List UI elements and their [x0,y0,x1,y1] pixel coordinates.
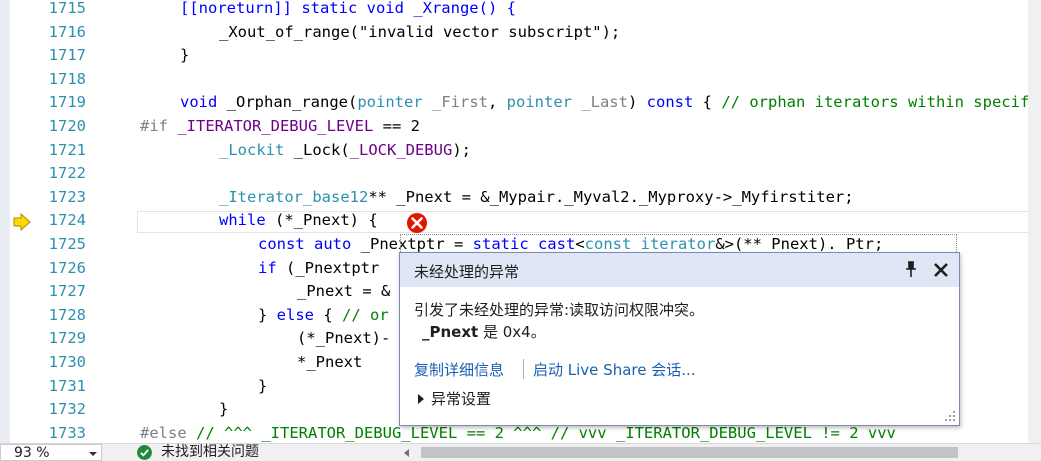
popup-title: 未经处理的异常 [414,263,520,281]
line-numbers: 1715 1716 1717 1718 1719 1720 1721 1722 … [36,0,86,443]
code-token: // orphan iterators within specified (in… [721,93,1041,112]
code-token: if [258,258,277,277]
code-line[interactable]: } else { // or [258,304,389,328]
code-line[interactable]: _Lockit _Lock(_LOCK_DEBUG); [219,139,471,163]
code-token: , [487,93,507,112]
code-token: const auto [258,235,352,253]
line-number: 1719 [48,93,86,112]
exception-settings-toggle[interactable]: 异常设置 [431,388,491,409]
line-number: 1722 [48,164,86,183]
exception-error-icon[interactable] [406,212,428,234]
code-token: ); [452,140,471,159]
code-token: _Orphan_range( [226,93,358,112]
code-token: (*_Pnext) { [265,211,378,230]
exception-detail-text: 是 0x4。 [478,323,546,341]
code-token: pointer [506,93,572,112]
popup-header: 未经处理的异常 [400,253,959,287]
line-number: 1717 [48,46,86,65]
line-number: 1728 [48,305,86,324]
line-number: 1733 [48,423,86,442]
exception-message: 引发了未经处理的异常:读取访问权限冲突。 [414,301,705,319]
line-number: 1720 [48,117,86,135]
code-token: ) [627,93,647,112]
line-number: 1727 [48,282,86,301]
code-token: ** _Pnext = &_Mypair._Myval2._Myproxy->_… [368,187,854,206]
line-number: 1732 [48,400,86,419]
code-token: void [180,93,227,112]
copy-details-link[interactable]: 复制详细信息 [414,359,504,380]
chevron-down-icon [89,452,97,456]
code-token: _Lock( [284,140,350,159]
line-number: 1716 [48,22,86,41]
check-circle-icon [137,445,152,460]
current-statement-arrow-icon [13,213,31,231]
code-token: _ITERATOR_DEBUG_LEVEL [177,117,374,135]
issues-status[interactable]: 未找到相关问题 [161,444,259,460]
code-token: // or [342,305,389,324]
zoom-dropdown[interactable]: 93 % [0,444,102,461]
code-line[interactable]: if (_Pnextptr [258,257,379,281]
line-number: 1730 [48,353,86,371]
code-token: _LOCK_DEBUG [349,140,453,159]
pin-icon[interactable] [903,260,919,278]
code-line[interactable]: } [180,44,189,68]
resize-grip-icon[interactable] [944,410,956,422]
code-line[interactable]: } [219,398,228,422]
line-number: 1725 [48,235,86,253]
code-line[interactable]: _Iterator_base12** _Pnext = &_Mypair._My… [219,186,854,210]
line-number: 1723 [48,187,86,206]
code-token: const [646,93,694,112]
code-token: #if [140,117,178,135]
code-line[interactable]: while (*_Pnext) { [219,209,378,233]
code-token: { [314,305,342,324]
close-icon[interactable] [931,260,951,280]
start-live-share-link[interactable]: 启动 Live Share 会话... [533,359,696,380]
code-line[interactable]: [[noreturn]] static void _Xrange() { [180,0,516,21]
line-number: 1718 [48,69,86,88]
exception-detail: _Pnext 是 0x4。 [422,321,546,342]
code-token: while [219,211,266,230]
code-token: #else [140,423,196,442]
line-number: 1715 [48,0,86,17]
line-number: 1724 [48,211,86,230]
link-separator [523,359,524,379]
code-line[interactable]: *_Pnext [297,351,362,375]
code-token: else [276,305,314,324]
zoom-value: 93 % [14,445,50,461]
code-token: (_Pnextptr [276,258,380,277]
line-number: 1729 [48,329,86,348]
exception-anchor-outline [400,234,957,252]
code-line[interactable]: _Pnext = & [297,280,390,304]
code-token: == 2 [373,117,420,135]
code-token: // ^^^ _ITERATOR_DEBUG_LEVEL == 2 ^^^ //… [196,423,896,442]
editor-status-bar: 93 % 未找到相关问题 [0,443,1041,461]
code-line[interactable]: #if _ITERATOR_DEBUG_LEVEL == 2 [140,115,420,139]
code-token: _First [422,93,488,112]
code-token: _Last [571,93,628,112]
code-token: pointer [357,93,423,112]
line-number: 1731 [48,376,86,395]
code-token: _Lockit [219,140,285,159]
exception-variable: _Pnext [422,323,479,341]
code-token: _Iterator_base12 [219,187,369,206]
vertical-scrollbar[interactable] [1028,0,1041,443]
expand-triangle-icon[interactable] [418,394,424,404]
line-number: 1726 [48,258,86,277]
code-line[interactable]: _Xout_of_range("invalid vector subscript… [219,21,620,45]
scroll-left-icon[interactable] [404,449,409,457]
code-token: { [693,93,722,112]
code-token: } [258,305,277,324]
code-line[interactable]: void _Orphan_range(pointer _First, point… [180,91,1041,115]
line-number: 1721 [48,140,86,159]
code-line[interactable]: (*_Pnext)- [297,327,390,351]
horizontal-scrollbar-thumb[interactable] [421,447,958,458]
code-line[interactable]: } [258,375,267,399]
exception-helper-popup: 未经处理的异常 引发了未经处理的异常:读取访问权限冲突。 _Pnext 是 0x… [399,252,960,426]
